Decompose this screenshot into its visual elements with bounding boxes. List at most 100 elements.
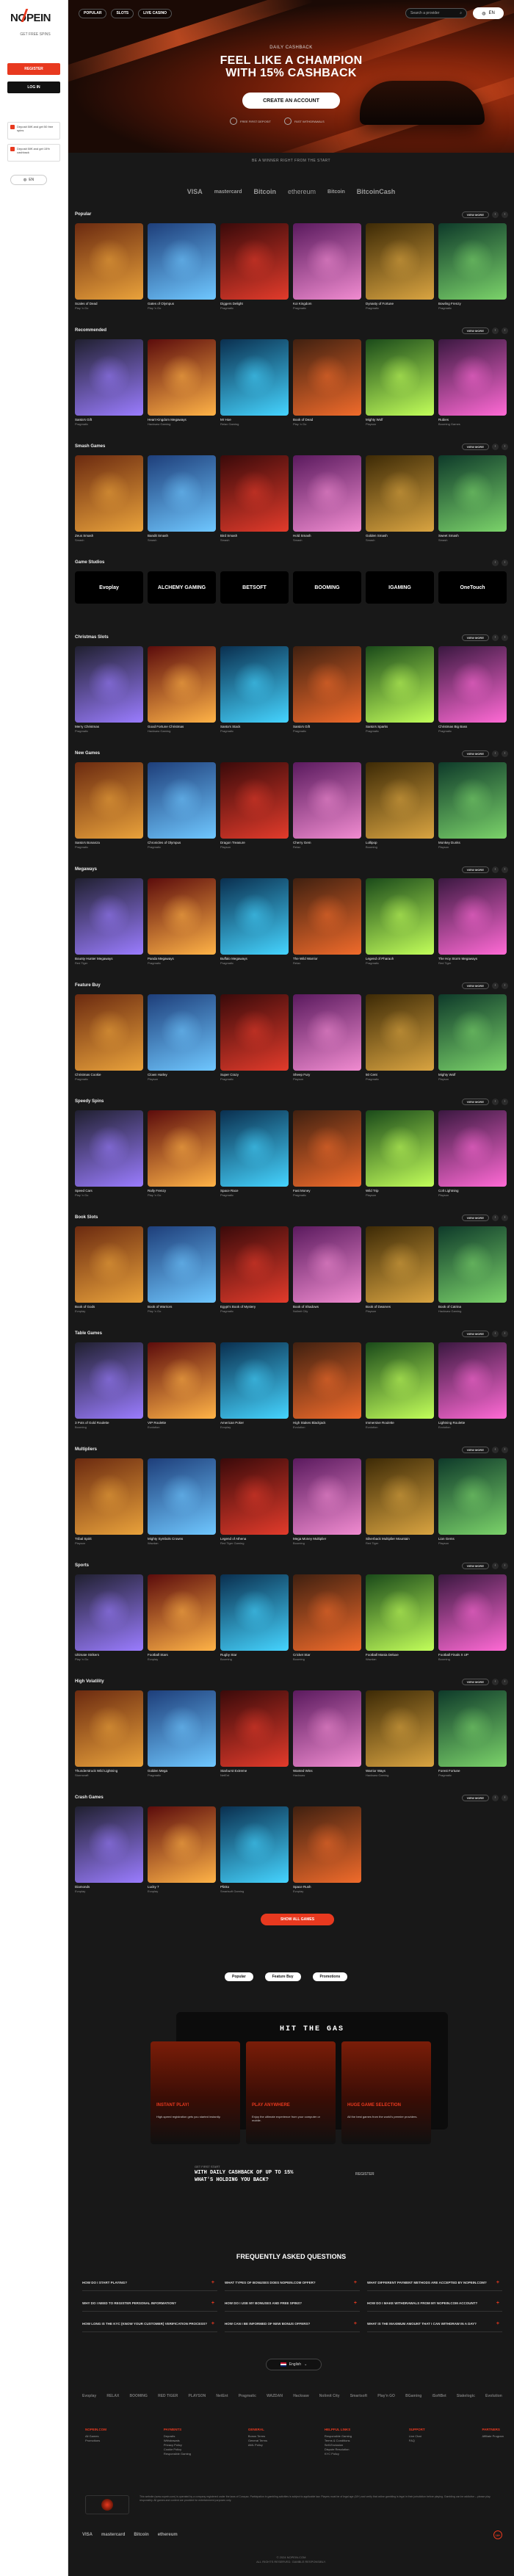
nopein-logo[interactable]: NO PEIN	[10, 7, 59, 32]
arrow-left-icon[interactable]: ‹	[492, 1794, 499, 1801]
game-thumbnail[interactable]	[220, 646, 289, 723]
game-thumbnail[interactable]	[148, 455, 216, 532]
view-more-button[interactable]: VIEW MORE	[461, 1678, 489, 1685]
faq-item[interactable]: HOW DO I MAKE WITHDRAWALS FROM MY NOPEIN…	[367, 2295, 502, 2312]
arrow-left-icon[interactable]: ‹	[492, 327, 499, 334]
game-card[interactable]: VIP Roulette Evolution	[148, 1342, 216, 1429]
game-card[interactable]: American Poker Evoplay	[220, 1342, 289, 1429]
view-more-button[interactable]: VIEW MORE	[461, 1794, 489, 1801]
game-card[interactable]: Thunderstruck Wild Lightning Stormcraft	[75, 1690, 143, 1777]
game-card[interactable]: Book of Catrina Hacksaw Gaming	[438, 1226, 507, 1313]
game-thumbnail[interactable]	[148, 1806, 216, 1883]
footer-link[interactable]: Responsible Gaming	[164, 2452, 191, 2456]
game-thumbnail[interactable]	[75, 878, 143, 955]
arrow-right-icon[interactable]: ›	[502, 327, 508, 334]
provider-logo[interactable]: BOOMING	[129, 2394, 147, 2398]
faq-item[interactable]: HOW CAN I BE INFORMED OF NEW BONUS OFFER…	[225, 2316, 360, 2332]
game-thumbnail[interactable]	[75, 1342, 143, 1419]
game-thumbnail[interactable]	[293, 1458, 361, 1535]
provider-logo[interactable]: Smartsoft	[350, 2394, 367, 2398]
game-thumbnail[interactable]	[220, 339, 289, 416]
game-card[interactable]: Space Race Pragmatic	[220, 1110, 289, 1197]
arrow-right-icon[interactable]: ›	[502, 559, 508, 566]
game-card[interactable]: Bird Smash Smash	[220, 455, 289, 542]
faq-item[interactable]: WHAT TYPES OF BONUSES DOES NOPEIN.COM OF…	[225, 2275, 360, 2291]
game-card[interactable]: Christmas Cookie Pragmatic	[75, 994, 143, 1081]
game-thumbnail[interactable]	[293, 1226, 361, 1303]
create-account-button[interactable]: CREATE AN ACCOUNT	[242, 93, 340, 109]
game-card[interactable]: Golden Mega Pragmatic	[148, 1690, 216, 1777]
game-card[interactable]: Monkey Dunks Playson	[438, 762, 507, 849]
game-thumbnail[interactable]	[366, 994, 434, 1071]
game-thumbnail[interactable]	[366, 223, 434, 300]
nav-slots[interactable]: SLOTS	[111, 8, 134, 18]
game-thumbnail[interactable]	[293, 1574, 361, 1651]
provider-logo[interactable]: Nolimit City	[319, 2394, 340, 2398]
arrow-left-icon[interactable]: ‹	[492, 866, 499, 873]
arrow-right-icon[interactable]: ›	[502, 1678, 508, 1685]
game-thumbnail[interactable]	[75, 1690, 143, 1767]
arrow-right-icon[interactable]: ›	[502, 443, 508, 450]
game-thumbnail[interactable]	[148, 646, 216, 723]
footer-link[interactable]: FAQ	[409, 2439, 425, 2443]
game-thumbnail[interactable]	[293, 1342, 361, 1419]
game-thumbnail[interactable]	[366, 1110, 434, 1187]
provider-logo[interactable]: Evoplay	[82, 2394, 96, 2398]
view-more-button[interactable]: VIEW MORE	[461, 1330, 489, 1337]
studio-logo[interactable]: Evoplay	[75, 571, 143, 604]
game-thumbnail[interactable]	[293, 762, 361, 839]
game-card[interactable]: Football Stars Evoplay	[148, 1574, 216, 1661]
game-thumbnail[interactable]	[438, 646, 507, 723]
view-more-button[interactable]: VIEW MORE	[461, 982, 489, 989]
game-thumbnail[interactable]	[220, 1342, 289, 1419]
game-thumbnail[interactable]	[438, 1226, 507, 1303]
game-thumbnail[interactable]	[438, 1574, 507, 1651]
arrow-left-icon[interactable]: ‹	[492, 211, 499, 218]
game-thumbnail[interactable]	[366, 339, 434, 416]
game-thumbnail[interactable]	[220, 455, 289, 532]
arrow-left-icon[interactable]: ‹	[492, 1562, 499, 1569]
language-user-button[interactable]: ◍ EN	[473, 7, 504, 19]
game-thumbnail[interactable]	[293, 994, 361, 1071]
arrow-left-icon[interactable]: ‹	[492, 750, 499, 757]
game-thumbnail[interactable]	[75, 646, 143, 723]
game-thumbnail[interactable]	[220, 762, 289, 839]
game-thumbnail[interactable]	[148, 762, 216, 839]
game-card[interactable]: Zeus Smash Smash	[75, 455, 143, 542]
game-thumbnail[interactable]	[438, 455, 507, 532]
game-card[interactable]: Golden Smash Smash	[366, 455, 434, 542]
game-card[interactable]: Diggers Delight Pragmatic	[220, 223, 289, 310]
game-thumbnail[interactable]	[75, 339, 143, 416]
game-thumbnail[interactable]	[293, 1690, 361, 1767]
game-thumbnail[interactable]	[148, 1226, 216, 1303]
view-more-button[interactable]: VIEW MORE	[461, 1098, 489, 1105]
game-thumbnail[interactable]	[366, 646, 434, 723]
game-card[interactable]: Dragon Treasure Playson	[220, 762, 289, 849]
game-card[interactable]: Silverback Multiplier Mountain Red Tiger	[366, 1458, 434, 1545]
game-thumbnail[interactable]	[366, 1458, 434, 1535]
chip-popular[interactable]: Popular	[225, 1972, 253, 1981]
game-card[interactable]: Speed Cars Play 'n Go	[75, 1110, 143, 1197]
arrow-right-icon[interactable]: ›	[502, 982, 508, 989]
game-card[interactable]: Tribal Spirit Playson	[75, 1458, 143, 1545]
game-card[interactable]: Egypt's Book of Mystery Pragmatic	[220, 1226, 289, 1313]
game-card[interactable]: 50 Cent Pragmatic	[366, 994, 434, 1081]
game-card[interactable]: Starburst Extreme NetEnt	[220, 1690, 289, 1777]
game-thumbnail[interactable]	[366, 455, 434, 532]
game-card[interactable]: Fast Money Pragmatic	[293, 1110, 361, 1197]
game-card[interactable]: Warrior Ways Hacksaw Gaming	[366, 1690, 434, 1777]
game-thumbnail[interactable]	[366, 1690, 434, 1767]
game-card[interactable]: Santa's Sparks Pragmatic	[366, 646, 434, 733]
game-card[interactable]: Good Fortune Christmas Hacksaw Gaming	[148, 646, 216, 733]
game-thumbnail[interactable]	[438, 1690, 507, 1767]
game-card[interactable]: Sheep Fury Playson	[293, 994, 361, 1081]
game-card[interactable]: Space Rush Evoplay	[293, 1806, 361, 1893]
studio-logo[interactable]: BETSOFT	[220, 571, 289, 604]
game-thumbnail[interactable]	[220, 1110, 289, 1187]
game-card[interactable]: Bandit Smash Smash	[148, 455, 216, 542]
game-card[interactable]: Sweet Smash Smash	[438, 455, 507, 542]
game-thumbnail[interactable]	[148, 339, 216, 416]
game-card[interactable]: Lollipop Booming	[366, 762, 434, 849]
game-card[interactable]: Bounty Hunter Megaways Red Tiger	[75, 878, 143, 965]
game-card[interactable]: Santa's Bonanza Pragmatic	[75, 762, 143, 849]
